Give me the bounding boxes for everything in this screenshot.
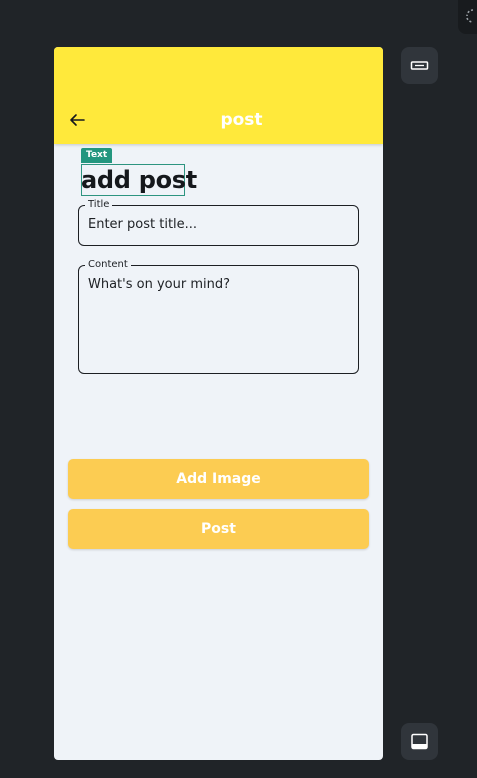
bottom-panel-icon: [411, 733, 428, 750]
device-screen: post Text add post Title Enter post titl…: [54, 47, 383, 760]
keyboard-icon: [410, 61, 429, 70]
content-field-label: Content: [85, 258, 131, 272]
add-image-button[interactable]: Add Image: [68, 459, 369, 499]
title-field[interactable]: Title Enter post title...: [78, 198, 359, 246]
keyboard-toggle-button[interactable]: [401, 47, 438, 84]
content-field[interactable]: Content What's on your mind?: [78, 258, 359, 374]
title-input[interactable]: Enter post title...: [88, 216, 197, 233]
title-field-label: Title: [85, 198, 113, 212]
inspector-badge: Text: [81, 148, 113, 163]
content-input[interactable]: What's on your mind?: [88, 276, 230, 293]
post-button[interactable]: Post: [68, 509, 369, 549]
corner-loading-icon: [458, 0, 477, 34]
app-bar-title: post: [220, 110, 263, 130]
page-title: add post: [81, 166, 197, 194]
app-bar: post: [54, 47, 383, 144]
bottom-panel-button[interactable]: [401, 723, 438, 760]
